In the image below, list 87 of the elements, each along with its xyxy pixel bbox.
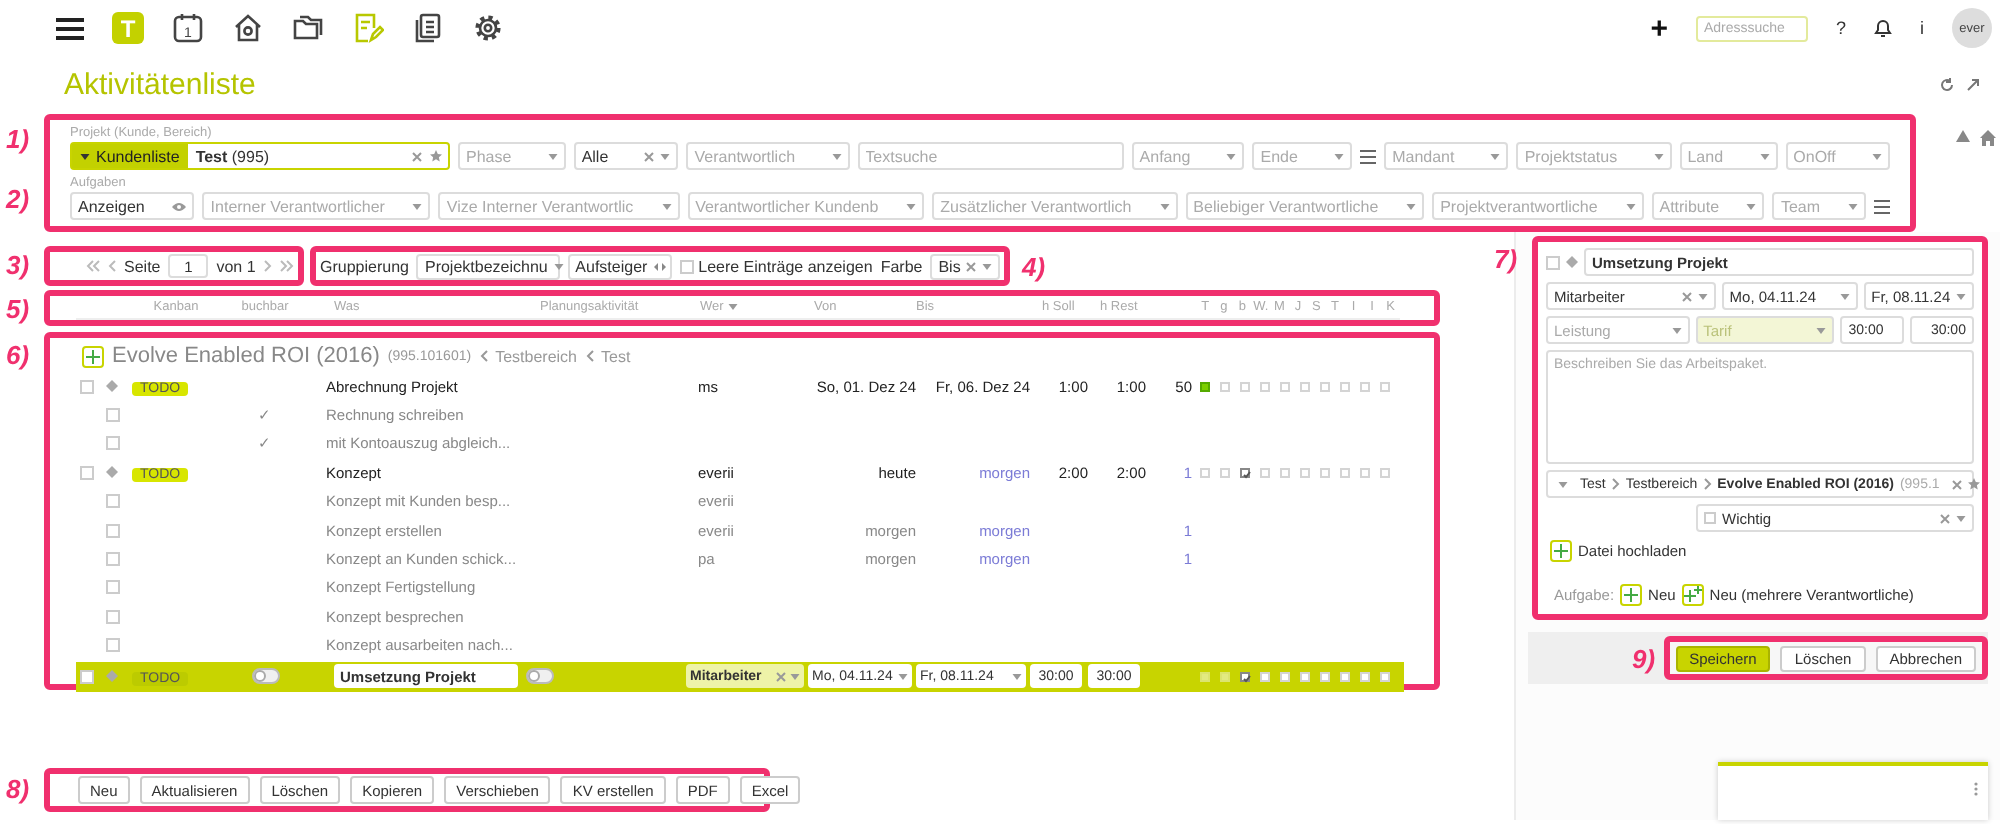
checkbox[interactable] [1546,255,1560,269]
checklist-icon[interactable] [352,12,384,44]
row-checkbox[interactable] [106,609,120,624]
day-checkbox[interactable] [1240,467,1250,478]
clear-icon[interactable] [1940,513,1950,523]
row-checkbox[interactable] [80,379,94,394]
bell-icon[interactable] [1874,18,1892,38]
row-checkbox[interactable] [80,465,94,480]
grouping-select[interactable]: Projektbezeichnu [416,253,560,279]
row-checkbox[interactable] [80,669,94,684]
row-checkbox[interactable] [106,523,120,538]
home-icon[interactable] [232,12,264,44]
next-page-icon[interactable] [263,260,272,272]
toggle-switch[interactable] [251,668,279,685]
color-label: Farbe [880,257,923,275]
help-button[interactable]: ? [1835,18,1846,38]
toggle-switch[interactable] [526,668,554,685]
day-checkbox[interactable] [1240,671,1250,682]
page-count: von 1 [216,257,256,275]
add-task-button[interactable] [1620,584,1643,606]
list-icon[interactable] [1873,199,1890,213]
upload-button[interactable] [1550,540,1572,562]
search-field[interactable]: Textsuche [857,142,1124,170]
clear-icon[interactable] [966,261,977,271]
clear-icon[interactable] [412,151,422,161]
clear-icon[interactable] [644,151,655,161]
step-label: 7) [1494,246,1518,274]
star-icon[interactable] [430,150,442,162]
sort-caret-icon[interactable] [727,303,738,310]
chevron-icon [479,350,488,362]
last-page-icon[interactable] [279,260,294,272]
swap-icon[interactable] [653,261,666,271]
step-label: 1) [6,126,30,154]
row-checkbox[interactable] [106,580,120,595]
page-title: Aktivitätenliste [64,68,258,102]
grouping-label: Gruppierung [320,257,409,275]
checkbox[interactable] [1704,512,1716,524]
row-checkbox[interactable] [106,552,120,567]
diamond-icon[interactable] [106,670,118,683]
checkbox-label[interactable]: Leere Einträge anzeigen [698,257,873,275]
add-button[interactable]: + [1650,11,1668,45]
row-checkbox[interactable] [106,408,120,423]
step-label: 8) [6,776,30,804]
expand-icon[interactable] [1966,78,1980,92]
first-page-icon[interactable] [86,260,100,272]
list-icon[interactable] [1360,149,1377,163]
page-label: Seite [124,257,161,275]
clear-icon[interactable] [1951,479,1962,489]
star-icon[interactable] [1967,478,1980,490]
step-label: 9) [1632,646,1656,674]
step-label: 3) [6,252,30,280]
diamond-icon[interactable] [106,466,118,479]
folders-icon[interactable] [292,12,324,44]
step-label: 4) [1022,251,1046,281]
chevron-icon [1611,478,1620,490]
row-checkbox[interactable] [106,436,120,451]
project-title: Evolve Enabled ROI (2016) [112,344,380,368]
previous-page-icon[interactable] [108,260,116,272]
expand-button[interactable] [82,345,104,367]
step-label: 5) [6,296,30,324]
color-select[interactable]: Bis [930,253,1000,279]
sort-order-select[interactable]: Aufsteiger [567,253,673,279]
clear-icon[interactable] [776,671,786,682]
step-label: 6) [6,342,30,370]
day-checkbox[interactable] [1200,381,1210,392]
info-button[interactable]: i [1920,18,1924,38]
refresh-icon[interactable] [1940,78,1954,92]
row-checkbox[interactable] [106,494,120,509]
diamond-icon[interactable] [1566,256,1578,268]
chevron-icon [585,350,593,362]
project-field[interactable]: Kundenliste Test (995) [70,142,450,170]
add-multi-task-button[interactable] [1681,584,1704,606]
row-checkbox[interactable] [106,638,120,653]
documents-icon[interactable] [412,12,444,44]
settings-icon[interactable] [472,12,504,44]
select-field[interactable]: Alle [573,142,679,170]
eye-icon[interactable] [172,201,187,211]
clear-icon[interactable] [1681,291,1692,301]
checkbox[interactable] [680,259,695,273]
show-select[interactable]: Anzeigen [70,192,195,220]
diamond-icon[interactable] [106,380,118,393]
customer-list-button[interactable]: Kundenliste [72,144,188,168]
collapse-icon[interactable] [1956,130,1970,142]
step-label: 2) [6,186,30,214]
menu-icon[interactable] [56,17,84,39]
caret-icon[interactable] [80,153,90,159]
chevron-icon [1703,478,1712,490]
